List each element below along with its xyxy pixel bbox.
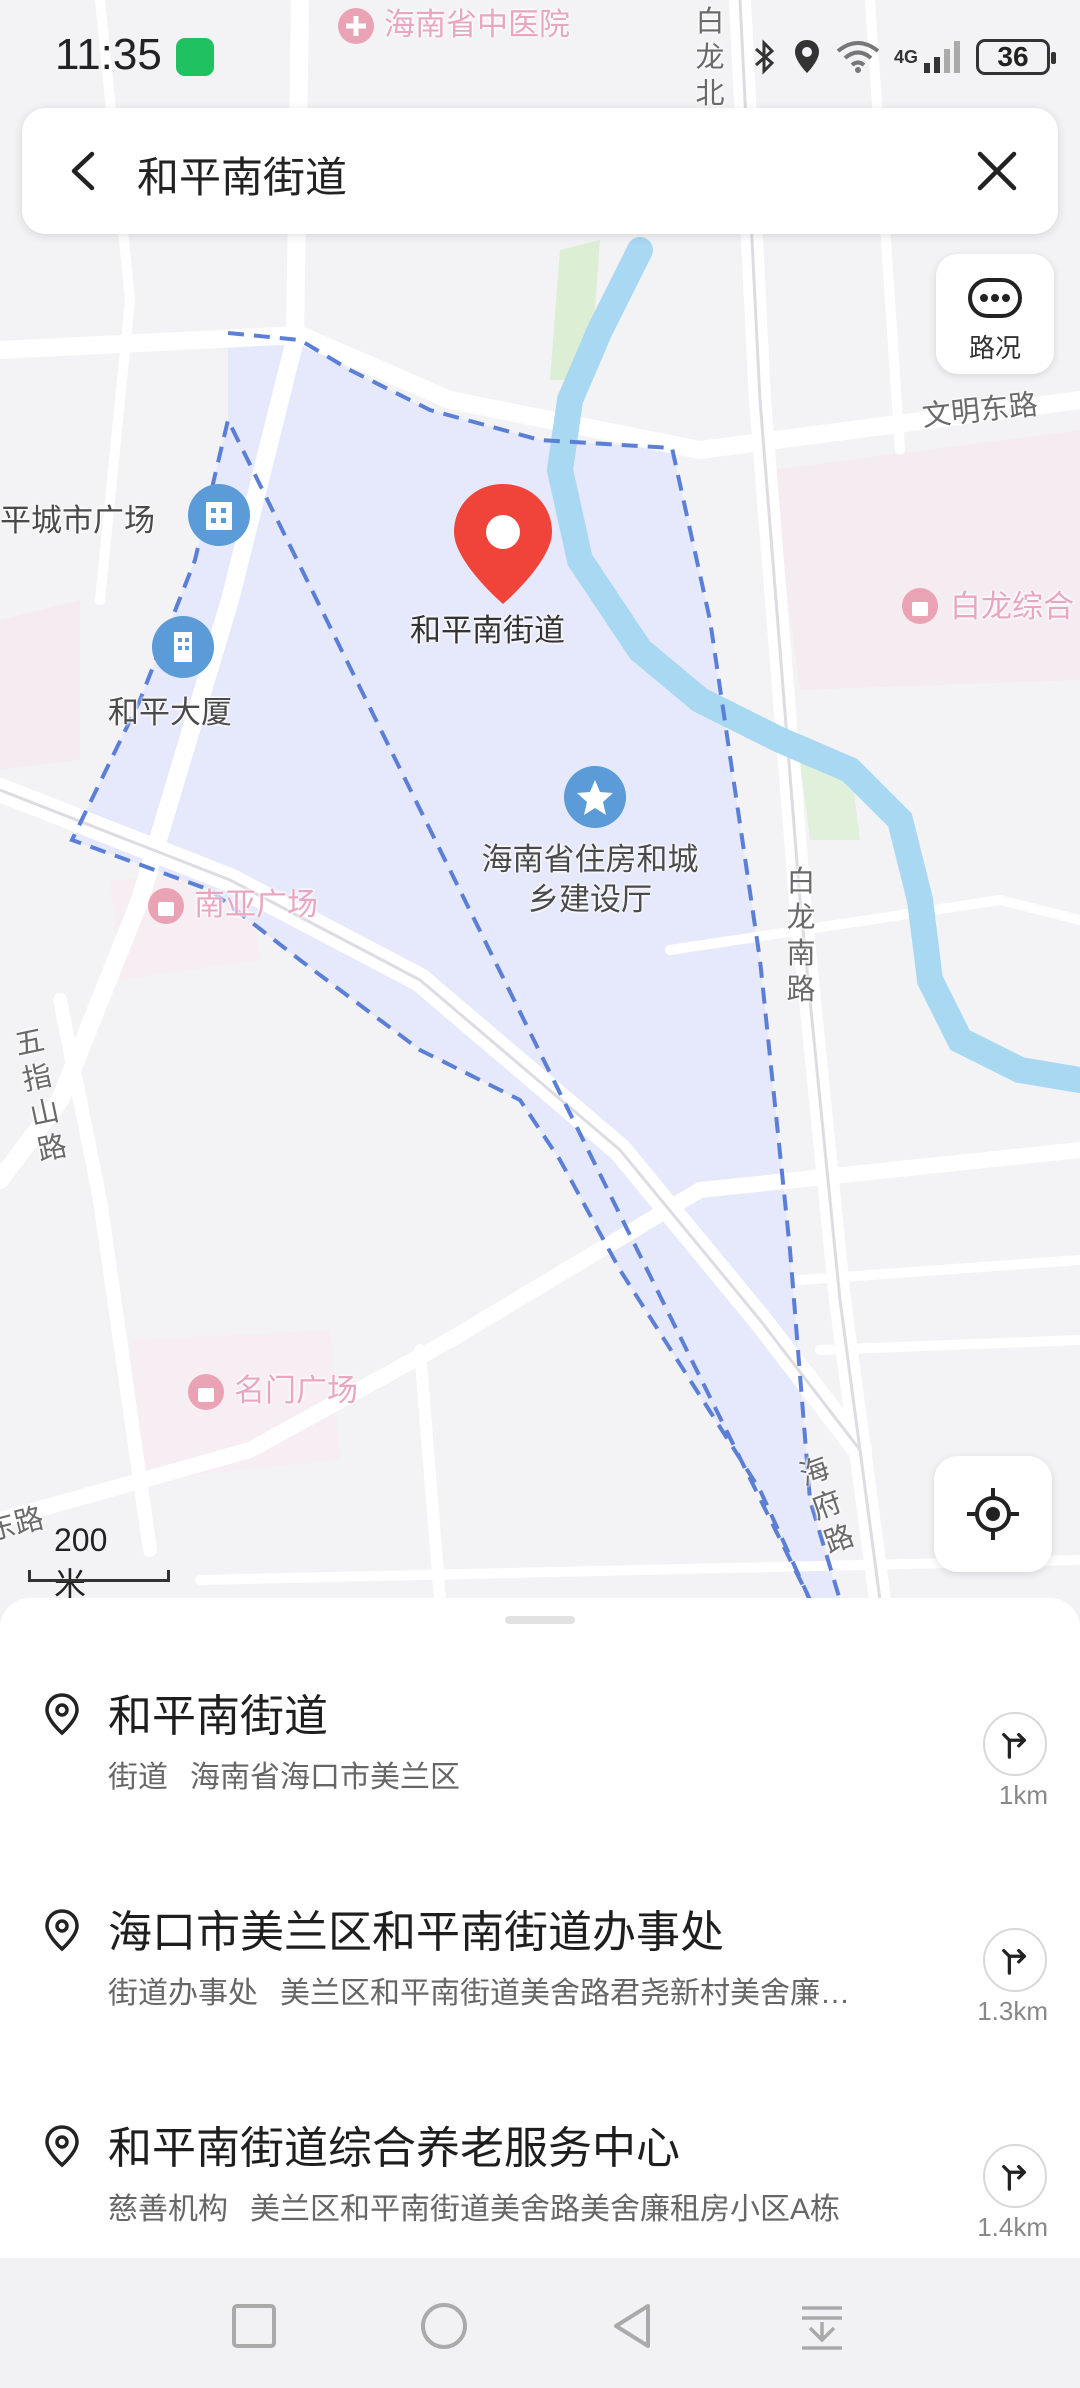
result-item[interactable]: 和平南街道综合养老服务中心慈善机构 美兰区和平南街道美舍路美舍廉租房小区A栋 1.4… (0, 2062, 1080, 2277)
back-triangle-icon[interactable] (606, 2300, 658, 2352)
map-label-bailong-south-road: 白龙南路 (786, 866, 816, 1006)
wifi-icon (836, 41, 880, 73)
result-item[interactable]: 和平南街道街道 海南省海口市美兰区 1km (0, 1630, 1080, 1845)
signal-icon (924, 41, 960, 73)
search-query[interactable]: 和平南街道 (137, 144, 347, 205)
system-nav-bar (0, 2258, 1080, 2388)
wechat-icon (176, 38, 214, 76)
recents-square-icon[interactable] (228, 2300, 280, 2352)
map-label-hospital[interactable]: 海南省中医院 (384, 6, 570, 44)
map-label-city-plaza[interactable]: 平城市广场 (0, 502, 155, 540)
battery-indicator: 36 (976, 39, 1056, 75)
map-label-nanya-plaza[interactable]: 南亚广场 (194, 886, 318, 924)
locate-me-button[interactable] (934, 1456, 1052, 1572)
home-circle-icon[interactable] (418, 2300, 470, 2352)
shopping-icon[interactable] (146, 886, 186, 926)
search-bar[interactable]: 和平南街道 (22, 108, 1058, 234)
location-marker-icon[interactable] (448, 480, 558, 610)
traffic-button[interactable]: 路况 (936, 254, 1054, 374)
result-category: 街道办事处 (108, 1977, 258, 2010)
location-pin-icon (40, 2124, 84, 2168)
scale-label: 200米 (54, 1522, 108, 1600)
scale-bar (28, 1570, 170, 1582)
result-address: 海南省海口市美兰区 (190, 1761, 460, 1794)
result-distance: 1.4km (977, 2212, 1048, 2242)
result-distance: 1.3km (977, 1996, 1048, 2026)
hospital-icon[interactable] (336, 6, 376, 46)
result-address: 美兰区和平南街道美舍路美舍廉租房小区A栋 (250, 2193, 841, 2226)
map-view[interactable]: 11:35 4G 36 和平南街道 路况 海南省中医院 白龙北 文明东路 平城市… (0, 0, 1080, 1600)
result-title[interactable]: 和平南街道综合养老服务中心 (108, 2112, 680, 2176)
result-subtitle: 街道办事处 美兰区和平南街道美舍路君尧新村美舍廉… (108, 1968, 928, 2012)
map-label-bailong-complex[interactable]: 白龙综合 (950, 588, 1074, 626)
notification-pull-icon[interactable] (796, 2300, 848, 2352)
map-label-housing-dept[interactable]: 海南省住房和城乡建设厅 (480, 840, 700, 920)
result-title[interactable]: 和平南街道 (108, 1680, 328, 1744)
bluetooth-icon (754, 39, 775, 75)
traffic-icon (968, 278, 1022, 318)
location-pin-icon (40, 1692, 84, 1736)
shopping-icon[interactable] (900, 586, 940, 626)
map-label-heping-building[interactable]: 和平大厦 (108, 694, 232, 732)
system-icons: 4G 36 (752, 34, 1056, 80)
map-label-bailong-north: 白龙北 (695, 6, 725, 110)
map-label-mingmen-plaza[interactable]: 名门广场 (234, 1372, 358, 1410)
crosshair-icon (967, 1488, 1019, 1540)
result-subtitle: 街道 海南省海口市美兰区 (108, 1752, 928, 1796)
status-time: 11:35 (55, 30, 162, 79)
map-canvas (0, 0, 1080, 1600)
route-button[interactable] (983, 2144, 1047, 2208)
back-icon[interactable] (60, 146, 110, 196)
marker-label[interactable]: 和平南街道 (410, 612, 565, 650)
result-title[interactable]: 海口市美兰区和平南街道办事处 (108, 1896, 724, 1960)
government-star-icon[interactable] (564, 766, 626, 828)
location-pin-icon (40, 1908, 84, 1952)
close-icon[interactable] (974, 148, 1020, 194)
result-subtitle: 慈善机构 美兰区和平南街道美舍路美舍廉租房小区A栋 (108, 2184, 928, 2228)
result-item[interactable]: 海口市美兰区和平南街道办事处街道办事处 美兰区和平南街道美舍路君尧新村美舍廉… 1.… (0, 1846, 1080, 2061)
result-category: 慈善机构 (108, 2193, 228, 2226)
location-status-icon (794, 40, 819, 73)
route-button[interactable] (983, 1928, 1047, 1992)
shopping-icon[interactable] (186, 1372, 226, 1412)
building-icon[interactable] (188, 484, 250, 546)
traffic-label: 路况 (968, 333, 1021, 363)
result-category: 街道 (108, 1761, 168, 1794)
route-button[interactable] (983, 1712, 1047, 1776)
result-distance: 1km (998, 1780, 1048, 1810)
result-address: 美兰区和平南街道美舍路君尧新村美舍廉… (280, 1977, 850, 2010)
office-building-icon[interactable] (152, 616, 214, 678)
network-type: 4G (893, 46, 918, 67)
sheet-drag-handle[interactable] (505, 1616, 575, 1624)
